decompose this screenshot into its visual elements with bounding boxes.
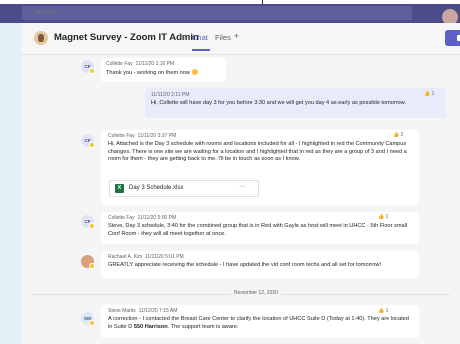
thumbs-up-icon: 👍 <box>378 214 385 220</box>
page-title: Magnet Survey - Zoom IT Admin <box>54 32 199 43</box>
avatar[interactable] <box>81 255 95 269</box>
message[interactable]: Collette Fay 11/11/20 1:16 PM Thank you … <box>101 58 226 82</box>
message-text: Hi, Collette will have day 3 for you bef… <box>151 100 406 106</box>
reaction[interactable]: 👍 1 <box>424 91 434 97</box>
left-rail <box>0 23 21 344</box>
message-author: Collette Fay <box>106 61 133 67</box>
presence-away-icon <box>89 263 95 269</box>
top-bar <box>0 4 460 25</box>
thumbs-up-icon: 👍 <box>378 308 385 314</box>
presence-away-icon <box>89 142 95 148</box>
attachment-name: Day 3 Schedule.xlsx <box>129 185 184 191</box>
message-author: Collette Fay <box>108 133 135 139</box>
message-text: Steve, Day 3 schedule, 3:40 for the comb… <box>108 223 408 237</box>
avatar[interactable]: CF <box>81 215 95 229</box>
message-text: Hi, Attached is the Day 3 schedule with … <box>108 141 407 163</box>
chat-header: Magnet Survey - Zoom IT Admin ✎ Chat Fil… <box>21 23 460 55</box>
reaction-count: 1 <box>431 91 435 97</box>
smiley-emoji-icon <box>191 69 198 75</box>
file-attachment[interactable]: X Day 3 Schedule.xlsx ··· <box>109 180 259 197</box>
message[interactable]: Collette Fay 11/11/20 5:00 PM Steve, Day… <box>101 212 419 244</box>
message[interactable]: Rachael A. Kim 11/11/20 5:01 PM GREATLY … <box>101 251 419 278</box>
reaction[interactable]: 👍 1 <box>378 308 388 314</box>
message-author: Rachael A. Kim <box>108 254 143 260</box>
avatar[interactable]: SM <box>81 312 95 326</box>
reaction-count: 1 <box>385 308 389 314</box>
more-options-icon[interactable]: ··· <box>239 183 246 190</box>
avatar[interactable]: CF <box>81 60 95 74</box>
message-timestamp: 11/11/20 1:16 PM <box>135 61 175 67</box>
thumbs-up-icon: 👍 <box>424 91 431 97</box>
reaction-count: 1 <box>385 214 389 220</box>
presence-away-icon <box>89 320 95 326</box>
active-tab-indicator <box>192 49 210 51</box>
reaction[interactable]: 👍 2 <box>393 132 403 138</box>
message-author: Collette Fay <box>108 215 135 221</box>
message-author: Steve Marks <box>108 308 136 314</box>
date-divider: November 12, 2020 <box>21 289 460 299</box>
message[interactable]: Steve Marks 11/12/20 7:15 AM A correctio… <box>101 305 419 338</box>
search-input[interactable] <box>22 6 412 20</box>
message-timestamp: 11/11/20 3:37 PM <box>137 133 177 139</box>
presence-away-icon <box>89 223 95 229</box>
chat-pane: CF Collette Fay 11/11/20 1:16 PM Thank y… <box>21 55 460 344</box>
tab-files[interactable]: Files <box>215 33 231 42</box>
edit-pencil-icon[interactable]: ✎ <box>179 33 186 42</box>
group-avatar <box>34 31 48 45</box>
avatar[interactable]: CF <box>81 134 95 148</box>
message-text: . The support team is aware. <box>167 323 239 330</box>
reaction[interactable]: 👍 1 <box>378 214 388 220</box>
message-text: GREATLY appreciate receiving the schedul… <box>108 262 381 268</box>
message-text: Thank you - working on them now <box>106 70 190 76</box>
message[interactable]: Collette Fay 11/11/20 3:37 PM Hi, Attach… <box>101 130 419 205</box>
message-text-bold: 550 Harrison <box>133 323 168 330</box>
presence-away-icon <box>89 68 95 74</box>
add-tab-icon[interactable]: + <box>234 31 239 41</box>
message-timestamp: 11/12/20 7:15 AM <box>138 308 178 314</box>
message-timestamp: 11/11/20 2:11 PM <box>151 92 190 98</box>
message-timestamp: 11/11/20 5:01 PM <box>144 254 184 260</box>
date-divider-label: November 12, 2020 <box>231 290 281 296</box>
reaction-count: 2 <box>400 132 404 138</box>
excel-file-icon: X <box>115 184 124 193</box>
video-call-button[interactable] <box>445 30 460 46</box>
message-mine[interactable]: 11/11/20 2:11 PM Hi, Collette will have … <box>145 88 446 118</box>
message-timestamp: 11/11/20 5:00 PM <box>137 215 177 221</box>
thumbs-up-icon: 👍 <box>393 132 400 138</box>
tab-chat[interactable]: Chat <box>192 33 208 42</box>
